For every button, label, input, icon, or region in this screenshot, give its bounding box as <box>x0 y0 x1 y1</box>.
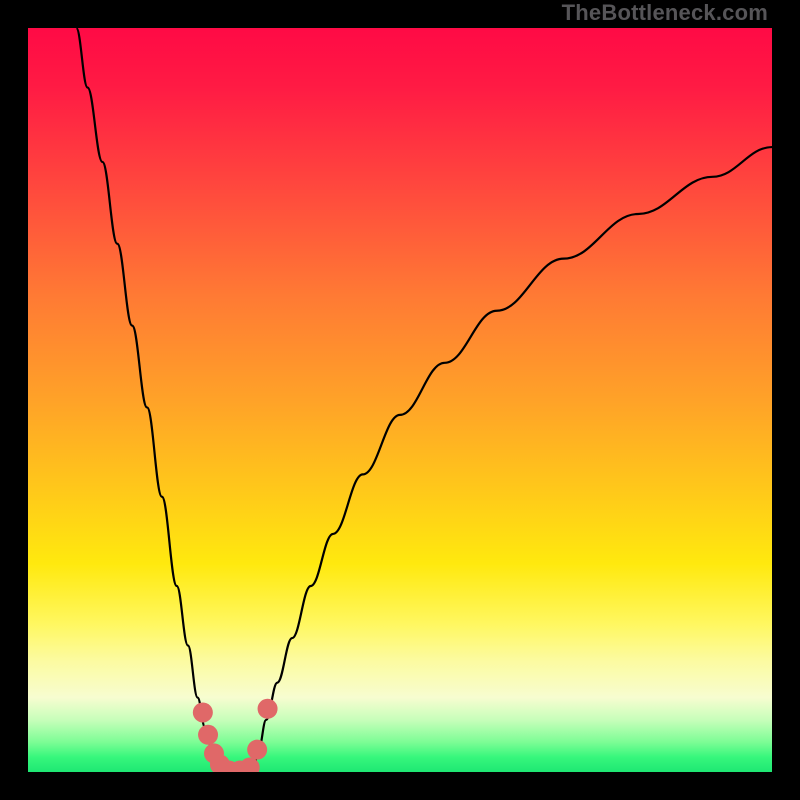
valley-markers <box>193 699 278 772</box>
valley-marker <box>198 725 218 745</box>
curve-left-branch <box>76 28 226 772</box>
valley-marker <box>258 699 278 719</box>
plot-area <box>28 28 772 772</box>
curve-right-branch <box>253 147 772 772</box>
chart-svg <box>28 28 772 772</box>
outer-frame: TheBottleneck.com <box>0 0 800 800</box>
watermark-text: TheBottleneck.com <box>562 0 768 26</box>
valley-marker <box>247 740 267 760</box>
valley-marker <box>193 702 213 722</box>
